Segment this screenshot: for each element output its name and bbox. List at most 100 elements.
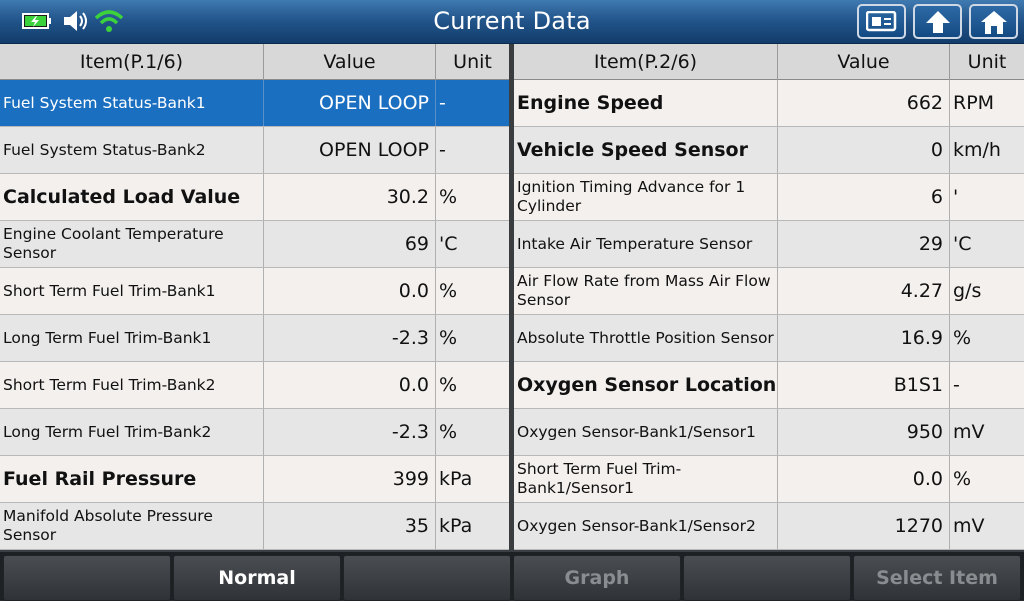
table-row[interactable]: Long Term Fuel Trim-Bank2 -2.3% — [0, 409, 509, 456]
row-unit: % — [439, 327, 458, 349]
row-value: 1270 — [778, 503, 950, 549]
bottom-toolbar: Normal Graph Select Item — [0, 550, 1024, 601]
row-unit: % — [953, 468, 972, 490]
row-item-name: Engine Speed — [514, 80, 778, 126]
row-item-name: Long Term Fuel Trim-Bank1 — [0, 315, 264, 361]
toolbar-button-empty-2[interactable] — [343, 555, 511, 601]
row-unit: km/h — [953, 139, 1001, 161]
row-item-name: Fuel Rail Pressure — [0, 456, 264, 502]
table-row[interactable]: Vehicle Speed Sensor 0 km/h — [514, 127, 1024, 174]
row-unit: ' — [953, 186, 959, 208]
row-item-name: Air Flow Rate from Mass Air Flow Sensor — [514, 268, 778, 314]
row-item-name: Fuel System Status-Bank2 — [0, 127, 264, 173]
toolbar-button-empty-3[interactable] — [683, 555, 851, 601]
row-value: -2.3 — [264, 409, 436, 455]
row-unit: 'C — [439, 233, 458, 255]
row-value: 0 — [778, 127, 950, 173]
row-item-name: Short Term Fuel Trim-Bank1 — [0, 268, 264, 314]
row-unit: % — [439, 280, 458, 302]
row-item-name: Absolute Throttle Position Sensor — [514, 315, 778, 361]
row-item-name: Calculated Load Value — [0, 174, 264, 220]
home-button[interactable] — [969, 4, 1018, 39]
row-item-name: Short Term Fuel Trim-Bank1/Sensor1 — [514, 456, 778, 502]
row-value: 4.27 — [778, 268, 950, 314]
select-item-button[interactable]: Select Item — [853, 555, 1021, 601]
screen-capture-icon — [865, 10, 896, 31]
column-header-item: Item(P.1/6) — [0, 44, 264, 80]
table-row[interactable]: Oxygen Sensor-Bank1/Sensor2 1270 mV — [514, 503, 1024, 550]
column-header-item: Item(P.2/6) — [514, 44, 778, 80]
row-item-name: Oxygen Sensor-Bank1/Sensor1 — [514, 409, 778, 455]
table-row[interactable]: Ignition Timing Advance for 1 Cylinder 6 ' — [514, 174, 1024, 221]
row-value: 0.0 — [264, 268, 436, 314]
table-row[interactable]: Fuel System Status-Bank2 OPEN LOOP - — [0, 127, 509, 174]
table-row[interactable]: Absolute Throttle Position Sensor 16.9% — [514, 315, 1024, 362]
row-unit: RPM — [953, 92, 995, 114]
table-header: Item(P.1/6) Value Unit — [0, 44, 509, 80]
row-value: -2.3 — [264, 315, 436, 361]
row-value: 69 — [264, 221, 436, 267]
row-item-name: Ignition Timing Advance for 1 Cylinder — [514, 174, 778, 220]
table-row[interactable]: Short Term Fuel Trim-Bank1 0.0% — [0, 268, 509, 315]
row-value: 29 — [778, 221, 950, 267]
row-item-name: Long Term Fuel Trim-Bank2 — [0, 409, 264, 455]
row-unit: 'C — [953, 233, 972, 255]
row-value: 662 — [778, 80, 950, 126]
table-header: Item(P.2/6) Value Unit — [514, 44, 1024, 80]
toolbar-button-empty-1[interactable] — [3, 555, 171, 601]
table-row[interactable]: Calculated Load Value 30.2% — [0, 174, 509, 221]
table-row[interactable]: Fuel System Status-Bank1 OPEN LOOP - — [0, 80, 509, 127]
row-value: 0.0 — [778, 456, 950, 502]
row-value: 6 — [778, 174, 950, 220]
data-table-page-1: Item(P.1/6) Value Unit Fuel System Statu… — [0, 44, 509, 550]
row-unit: - — [953, 374, 960, 396]
table-row[interactable]: Engine Coolant Temperature Sensor 69 'C — [0, 221, 509, 268]
row-unit: g/s — [953, 280, 982, 302]
row-unit: % — [439, 186, 458, 208]
table-row[interactable]: Engine Speed 662 RPM — [514, 80, 1024, 127]
row-unit: % — [953, 327, 972, 349]
row-item-name: Short Term Fuel Trim-Bank2 — [0, 362, 264, 408]
row-value: 950 — [778, 409, 950, 455]
column-header-unit: Unit — [967, 51, 1007, 73]
home-icon — [980, 10, 1007, 34]
row-unit: mV — [953, 421, 985, 443]
column-header-value: Value — [778, 44, 950, 80]
column-header-value: Value — [264, 44, 436, 80]
row-value: 16.9 — [778, 315, 950, 361]
row-value: 35 — [264, 503, 436, 549]
row-unit: mV — [953, 515, 985, 537]
row-unit: % — [439, 374, 458, 396]
row-item-name: Vehicle Speed Sensor — [514, 127, 778, 173]
table-row[interactable]: Air Flow Rate from Mass Air Flow Sensor 4… — [514, 268, 1024, 315]
data-table-page-2: Item(P.2/6) Value Unit Engine Speed 662 RP… — [514, 44, 1024, 550]
table-row[interactable]: Oxygen Sensor Location B1S1- — [514, 362, 1024, 409]
row-value: 30.2 — [264, 174, 436, 220]
row-item-name: Oxygen Sensor-Bank1/Sensor2 — [514, 503, 778, 549]
row-value: OPEN LOOP — [264, 127, 436, 173]
column-header-unit: Unit — [453, 51, 492, 73]
row-unit: % — [439, 421, 458, 443]
normal-button[interactable]: Normal — [173, 555, 341, 601]
table-row[interactable]: Short Term Fuel Trim-Bank1/Sensor1 0.0% — [514, 456, 1024, 503]
row-item-name: Fuel System Status-Bank1 — [0, 80, 264, 126]
row-unit: - — [439, 92, 446, 114]
title-bar: Current Data — [0, 0, 1024, 44]
table-row[interactable]: Oxygen Sensor-Bank1/Sensor1 950 mV — [514, 409, 1024, 456]
row-item-name: Manifold Absolute Pressure Sensor — [0, 503, 264, 549]
back-button[interactable] — [913, 4, 962, 39]
row-value: 399 — [264, 456, 436, 502]
row-item-name: Intake Air Temperature Sensor — [514, 221, 778, 267]
table-row[interactable]: Fuel Rail Pressure 399 kPa — [0, 456, 509, 503]
table-row[interactable]: Manifold Absolute Pressure Sensor 35 kPa — [0, 503, 509, 550]
row-value: OPEN LOOP — [264, 80, 436, 126]
up-arrow-icon — [925, 10, 950, 33]
table-row[interactable]: Short Term Fuel Trim-Bank2 0.0% — [0, 362, 509, 409]
table-row[interactable]: Intake Air Temperature Sensor 29 'C — [514, 221, 1024, 268]
row-unit: - — [439, 139, 446, 161]
graph-button[interactable]: Graph — [513, 555, 681, 601]
screen-capture-button[interactable] — [857, 4, 906, 39]
row-unit: kPa — [439, 468, 473, 490]
table-row[interactable]: Long Term Fuel Trim-Bank1 -2.3% — [0, 315, 509, 362]
row-value: 0.0 — [264, 362, 436, 408]
